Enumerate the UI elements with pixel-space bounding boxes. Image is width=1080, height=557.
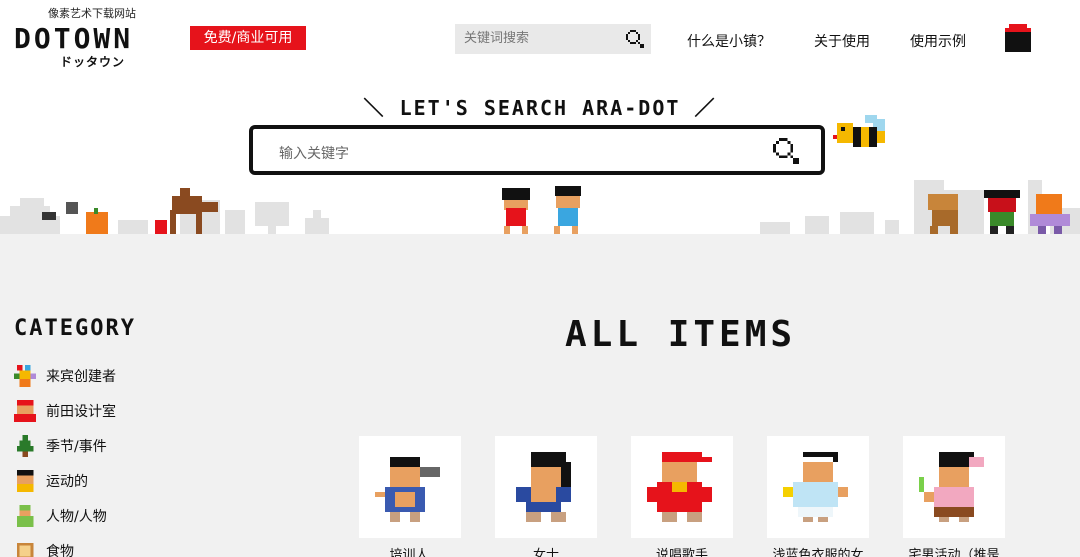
category-item-food[interactable]: 食物 [14,533,234,557]
light-blue-woman-pixel-art [783,452,848,522]
item-card-rapper[interactable] [631,436,733,538]
item-card-label[interactable]: 培训人 [344,544,474,557]
item-card-label[interactable]: 浅蓝色衣服的女 [753,544,883,557]
site-header: 像素艺术下载网站 DOTOWN ドッタウン 免费/商业可用 关键词搜索 什么是小… [0,0,1080,80]
person-icon [16,504,34,527]
item-card-otaku-activity[interactable] [903,436,1005,538]
site-tagline: 像素艺术下载网站 [48,7,136,20]
category-label: 季节/事件 [46,438,107,455]
nav-usage-examples[interactable]: 使用示例 [910,31,966,51]
category-item-seasons-events[interactable]: 季节/事件 [14,428,234,463]
pixel-town-illustration [0,180,1080,236]
bee-icon [833,115,885,147]
category-label: 来宾创建者 [46,368,116,385]
tree-icon [16,434,34,457]
category-label: 食物 [46,543,74,557]
category-item-people[interactable]: 人物/人物 [14,498,234,533]
otaku-activity-pixel-art [919,452,984,522]
guest-creator-icon [14,364,36,387]
category-label: 运动的 [46,473,88,490]
header-search-placeholder: 关键词搜索 [464,31,530,46]
lady-pixel-art [516,452,571,522]
category-item-maeda-design[interactable]: 前田设计室 [14,393,234,428]
item-card-label[interactable]: 说唱歌手 [617,544,747,557]
category-item-guest-creator[interactable]: 来宾创建者 [14,358,234,393]
trainer-pixel-art [375,457,440,522]
site-logo-subtitle: ドッタウン [60,55,126,69]
item-card-lady[interactable] [495,436,597,538]
site-logo[interactable]: DOTOWN [14,25,133,53]
category-heading: CATEGORY [14,316,136,341]
item-card-light-blue-woman[interactable] [767,436,869,538]
sports-icon [16,469,34,492]
hero-search-input[interactable]: 输入关键字 [249,125,825,175]
hero-search-placeholder: 输入关键字 [279,146,349,162]
header-search-input[interactable]: 关键词搜索 [455,24,651,54]
nav-about-usage[interactable]: 关于使用 [814,31,870,51]
nav-what-is-dotown[interactable]: 什么是小镇？ [687,31,771,51]
item-card-label[interactable]: 宅男活动（推是 [889,544,1019,557]
search-icon[interactable] [626,30,644,48]
rapper-pixel-art [647,452,712,522]
all-items-heading: ALL ITEMS [565,314,797,355]
category-item-sports[interactable]: 运动的 [14,463,234,498]
food-icon [16,542,34,557]
hero-search-icon[interactable] [773,138,799,164]
item-card-trainer[interactable] [359,436,461,538]
category-list: 来宾创建者 前田设计室 季节/事件 运动的 人物/人物 食物 [14,358,234,557]
item-card-label[interactable]: 女士 [481,544,611,557]
maeda-design-icon [14,399,36,422]
hero-title: ＼ LET'S SEARCH ARA-DOT ／ [363,96,717,120]
menu-icon[interactable] [1005,24,1031,52]
free-commercial-badge: 免费/商业可用 [190,26,306,50]
category-label: 前田设计室 [46,403,116,420]
category-label: 人物/人物 [46,508,107,525]
